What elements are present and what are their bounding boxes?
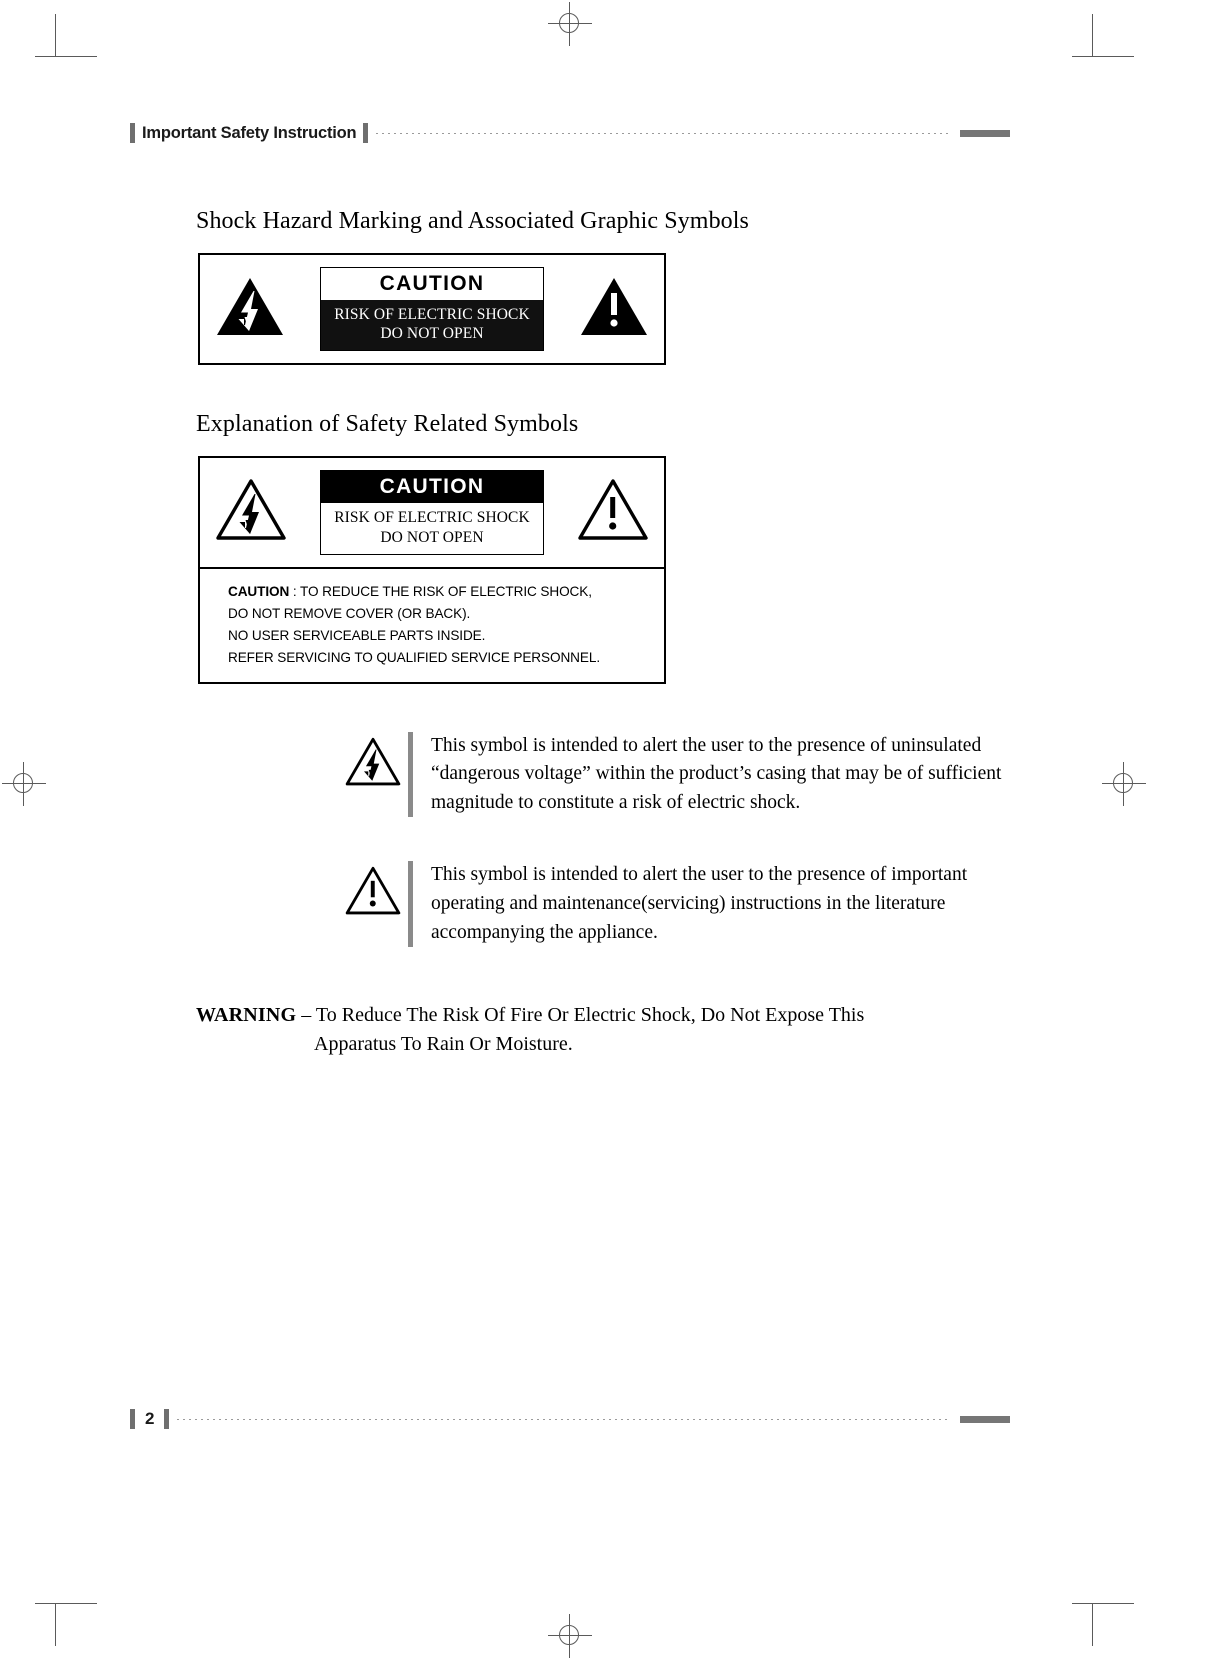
running-head: Important Safety Instruction [130, 120, 1010, 146]
caution-risk-line: RISK OF ELECTRIC SHOCK [334, 509, 530, 527]
registration-mark-right [1102, 762, 1146, 806]
exclamation-triangle-icon [578, 275, 650, 344]
explanation-accent-bar [408, 731, 413, 818]
caution-panel: CAUTION RISK OF ELECTRIC SHOCK DO NOT OP… [320, 267, 544, 352]
section-heading-explanation: Explanation of Safety Related Symbols [196, 411, 579, 438]
warning-line-2: Apparatus To Rain Or Moisture. [314, 1033, 573, 1056]
footer-end-bar [960, 1415, 1010, 1423]
crop-mark-top-left-horizontal [35, 56, 97, 57]
explanation-accent-bar [408, 861, 413, 948]
caution-note-line-3: NO USER SERVICEABLE PARTS INSIDE. [228, 628, 486, 644]
warning-label: WARNING [196, 1004, 297, 1027]
explanation-row-servicing: This symbol is intended to alert the use… [344, 861, 1010, 948]
page-content: Important Safety Instruction Shock Hazar… [130, 120, 1010, 1059]
caution-word: CAUTION [321, 268, 543, 300]
crop-mark-bottom-right-vertical [1092, 1604, 1093, 1646]
caution-risk-line: RISK OF ELECTRIC SHOCK [334, 306, 530, 323]
caution-word: CAUTION [321, 471, 543, 504]
caution-panel-body: RISK OF ELECTRIC SHOCK DO NOT OPEN [321, 503, 543, 554]
footer-right-tick [164, 1409, 170, 1429]
crop-mark-top-right-vertical [1092, 14, 1093, 56]
registration-mark-bottom [548, 1614, 592, 1658]
lightning-bolt-triangle-icon [214, 477, 288, 548]
crop-mark-top-right-horizontal [1072, 56, 1134, 57]
registration-circle [559, 13, 579, 33]
section-heading-shock-hazard: Shock Hazard Marking and Associated Grap… [196, 208, 749, 234]
page-number: 2 [145, 1409, 155, 1428]
running-head-dotted-rule [376, 132, 950, 134]
lightning-bolt-triangle-icon [344, 732, 408, 793]
registration-circle [559, 1625, 579, 1645]
footer-dotted-rule [177, 1418, 950, 1420]
explanation-text-voltage: This symbol is intended to alert the use… [431, 734, 1002, 813]
caution-panel: CAUTION RISK OF ELECTRIC SHOCK DO NOT OP… [320, 470, 544, 555]
caution-note-line-2: DO NOT REMOVE COVER (OR BACK). [228, 606, 471, 622]
lightning-bolt-triangle-icon [214, 275, 286, 344]
exclamation-triangle-icon [576, 477, 650, 548]
registration-mark-left [2, 762, 46, 806]
caution-box-outline: CAUTION RISK OF ELECTRIC SHOCK DO NOT OP… [198, 456, 666, 684]
exclamation-triangle-icon [344, 861, 408, 922]
running-head-title: Important Safety Instruction [142, 123, 357, 142]
registration-mark-top [548, 2, 592, 46]
crop-mark-bottom-left-vertical [55, 1604, 56, 1646]
registration-circle [13, 773, 33, 793]
caution-box-row: CAUTION RISK OF ELECTRIC SHOCK DO NOT OP… [200, 255, 664, 363]
caution-note: CAUTION : TO REDUCE THE RISK OF ELECTRIC… [200, 566, 664, 682]
explanation-text-servicing: This symbol is intended to alert the use… [431, 864, 968, 943]
caution-box-filled: CAUTION RISK OF ELECTRIC SHOCK DO NOT OP… [198, 253, 666, 366]
warning-block: WARNING – To Reduce The Risk Of Fire Or … [196, 1001, 1010, 1059]
running-head-end-bar [960, 129, 1010, 137]
crop-mark-bottom-left-horizontal [35, 1603, 97, 1604]
caution-note-lead: CAUTION [228, 583, 290, 599]
caution-panel-body: RISK OF ELECTRIC SHOCK DO NOT OPEN [321, 300, 543, 351]
warning-line-1: – To Reduce The Risk Of Fire Or Electric… [296, 1004, 865, 1027]
caution-donotopen-line: DO NOT OPEN [380, 325, 484, 343]
caution-donotopen-line: DO NOT OPEN [380, 528, 484, 546]
caution-note-line-1: CAUTION : TO REDUCE THE RISK OF ELECTRIC… [228, 581, 664, 603]
registration-circle [1113, 773, 1133, 793]
caution-box-row: CAUTION RISK OF ELECTRIC SHOCK DO NOT OP… [200, 458, 664, 566]
explanation-row-voltage: This symbol is intended to alert the use… [344, 731, 1010, 818]
caution-note-line-1-rest: : TO REDUCE THE RISK OF ELECTRIC SHOCK, [289, 583, 592, 599]
crop-mark-top-left-vertical [55, 14, 56, 56]
crop-mark-bottom-right-horizontal [1072, 1603, 1134, 1604]
caution-note-line-4: REFER SERVICING TO QUALIFIED SERVICE PER… [228, 650, 600, 666]
running-head-right-tick [363, 123, 369, 143]
page-footer: 2 [130, 1406, 1010, 1432]
